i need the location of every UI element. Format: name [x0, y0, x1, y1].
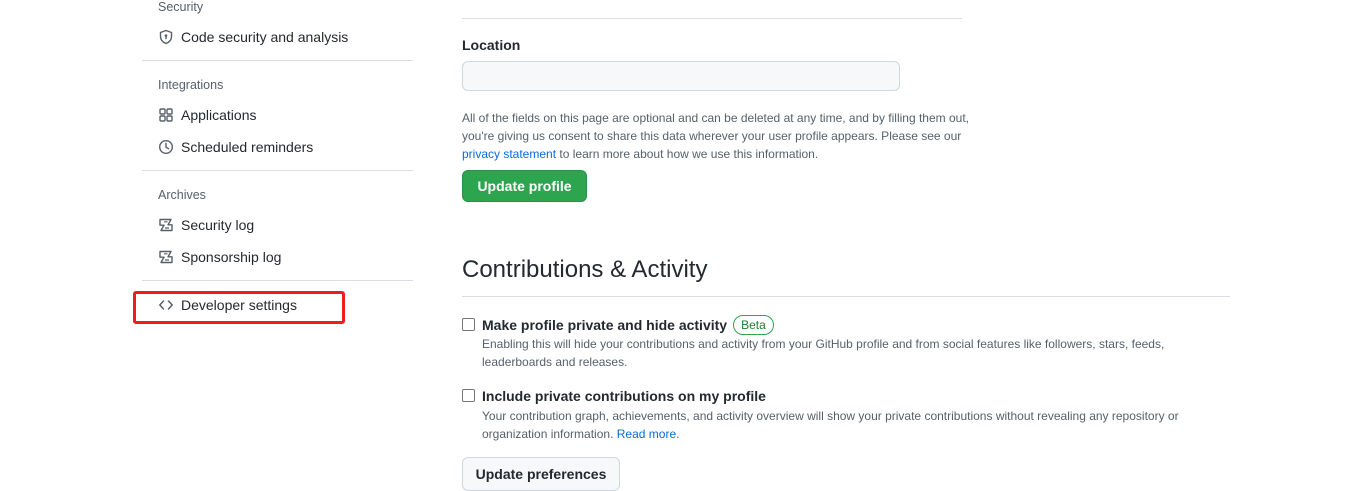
update-profile-button[interactable]: Update profile [462, 170, 587, 202]
sidebar-item-label: Developer settings [181, 297, 297, 313]
location-label: Location [462, 37, 521, 53]
private-profile-checkbox[interactable] [462, 318, 475, 331]
sidebar-item-developer-settings[interactable]: Developer settings [142, 291, 412, 319]
consent-text-before: All of the fields on this page are optio… [462, 111, 969, 143]
private-contributions-checkbox[interactable] [462, 389, 475, 402]
private-profile-row: Make profile private and hide activity B… [482, 314, 774, 336]
sidebar-item-label: Code security and analysis [181, 29, 349, 45]
code-icon [158, 297, 174, 313]
update-preferences-button[interactable]: Update preferences [462, 457, 620, 491]
location-input[interactable] [462, 61, 900, 91]
private-contributions-description-text: Your contribution graph, achievements, a… [482, 409, 1179, 441]
sidebar-item-scheduled-reminders[interactable]: Scheduled reminders [142, 133, 412, 161]
sidebar-divider [142, 280, 413, 281]
sidebar-divider [142, 170, 413, 171]
sidebar-divider [142, 60, 413, 61]
log-icon [158, 217, 174, 233]
beta-badge: Beta [733, 315, 774, 335]
clock-icon [158, 139, 174, 155]
log-icon [158, 249, 174, 265]
read-more-link[interactable]: Read more. [617, 427, 680, 441]
privacy-statement-link[interactable]: privacy statement [462, 147, 556, 161]
sidebar-heading-security: Security [158, 0, 204, 14]
shield-icon [158, 29, 174, 45]
sidebar-heading-integrations: Integrations [158, 78, 224, 92]
sidebar-item-security-log[interactable]: Security log [142, 211, 412, 239]
sidebar-item-label: Applications [181, 107, 257, 123]
consent-text-after: to learn more about how we use this info… [556, 147, 819, 161]
section-title-contributions: Contributions & Activity [462, 256, 708, 283]
sidebar-item-label: Security log [181, 217, 255, 233]
sidebar-item-code-security[interactable]: Code security and analysis [142, 23, 412, 51]
sidebar-item-applications[interactable]: Applications [142, 101, 412, 129]
private-contributions-label[interactable]: Include private contributions on my prof… [482, 388, 766, 404]
consent-text: All of the fields on this page are optio… [462, 109, 972, 163]
section-divider [462, 296, 1230, 297]
private-contributions-description: Your contribution graph, achievements, a… [482, 407, 1202, 443]
sidebar-heading-archives: Archives [158, 188, 206, 202]
field-divider [462, 18, 962, 19]
private-profile-label[interactable]: Make profile private and hide activity [482, 317, 727, 333]
private-profile-description: Enabling this will hide your contributio… [482, 337, 1165, 369]
sidebar-item-label: Sponsorship log [181, 249, 282, 265]
sidebar-item-sponsorship-log[interactable]: Sponsorship log [142, 243, 412, 271]
sidebar-item-label: Scheduled reminders [181, 139, 314, 155]
apps-grid-icon [158, 107, 174, 123]
